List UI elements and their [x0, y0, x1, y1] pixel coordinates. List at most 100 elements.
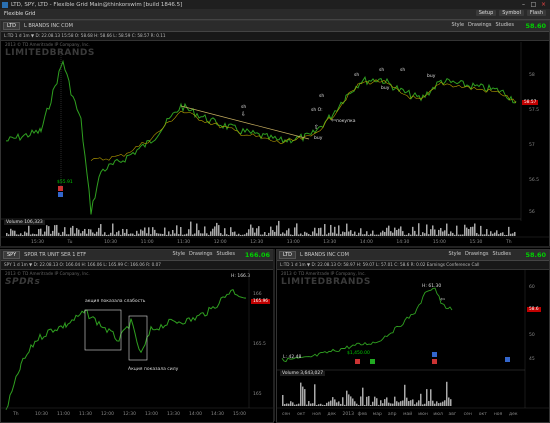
- grid-splitter[interactable]: [273, 249, 275, 421]
- volume-bar: [26, 232, 28, 236]
- volume-bar: [502, 232, 504, 236]
- x-tick: 13:30: [323, 239, 336, 245]
- volume-bar: [330, 400, 332, 406]
- volume-bar: [382, 230, 384, 236]
- volume-bar: [436, 401, 438, 406]
- price-chart[interactable]: sh ⇩ ⇧ buy sh O: sh покупка ⇦ sh sh sh b…: [1, 21, 549, 246]
- volume-bar: [332, 397, 334, 406]
- volume-bar: [292, 234, 294, 236]
- volume-bar: [290, 234, 292, 236]
- x-tick: июн: [418, 412, 428, 417]
- volume-bar: [52, 230, 54, 236]
- price-series: [5, 288, 247, 410]
- volume-bar: [416, 234, 418, 236]
- volume-bar: [400, 226, 402, 236]
- x-tick: ноя: [494, 412, 503, 417]
- volume-bar: [398, 228, 400, 236]
- price-chart[interactable]: акция показала слабость Акция показала с…: [1, 250, 273, 422]
- volume-bar: [340, 234, 342, 236]
- volume-bar: [108, 234, 110, 236]
- price-series: [6, 59, 517, 215]
- volume-bar: [334, 226, 336, 236]
- volume-bar: [350, 230, 352, 236]
- volume-bar: [326, 402, 328, 406]
- volume-bar: [278, 220, 280, 236]
- volume-bars: [282, 381, 452, 406]
- volume-bar: [376, 234, 378, 236]
- volume-bar: [44, 231, 46, 236]
- volume-bar: [364, 234, 366, 236]
- volume-bar: [422, 232, 424, 236]
- grid-splitter[interactable]: [0, 246, 550, 248]
- volume-bar: [286, 403, 288, 406]
- volume-bar: [452, 232, 454, 236]
- volume-bar: [36, 234, 38, 236]
- maximize-button[interactable]: □: [529, 1, 538, 8]
- minimize-button[interactable]: –: [519, 1, 528, 8]
- volume-bar: [150, 234, 152, 236]
- annotation-pokupka: покупка: [336, 119, 356, 124]
- volume-bar: [200, 233, 202, 236]
- volume-bar: [32, 233, 34, 236]
- volume-bar: [498, 234, 500, 236]
- volume-bar: [186, 233, 188, 236]
- volume-bar: [296, 404, 298, 406]
- volume-bar: [20, 233, 22, 236]
- volume-bar: [328, 401, 330, 406]
- volume-bar: [276, 225, 278, 236]
- volume-bar: [236, 234, 238, 236]
- symbol-button[interactable]: Symbol: [499, 10, 524, 16]
- close-button[interactable]: ×: [539, 1, 548, 8]
- volume-bar: [354, 231, 356, 236]
- flash-button[interactable]: Flash: [526, 10, 546, 16]
- volume-bar: [430, 389, 432, 406]
- volume-bar: [172, 229, 174, 236]
- volume-bar: [304, 231, 306, 236]
- y-tick: 57: [529, 142, 535, 148]
- volume-bar: [234, 231, 236, 236]
- flexible-grid-menu[interactable]: Flexible Grid: [0, 11, 39, 17]
- volume-bar: [138, 233, 140, 236]
- x-tick: 13:00: [145, 411, 158, 417]
- volume-bar: [286, 230, 288, 236]
- volume-bar: [260, 234, 262, 236]
- x-tick: 10:30: [104, 239, 117, 245]
- volume-bar: [330, 224, 332, 236]
- volume-bar: [294, 404, 296, 406]
- volume-bar: [422, 404, 424, 406]
- x-tick: 12:30: [250, 239, 263, 245]
- volume-bar: [348, 231, 350, 236]
- volume-bar: [476, 233, 478, 236]
- volume-bar: [428, 234, 430, 236]
- volume-bar: [54, 225, 56, 236]
- volume-bar: [232, 232, 234, 236]
- price-chart[interactable]: H: 61.30 ⇦ L: 42.48 $1,450.00 60 55 50 4…: [277, 250, 549, 422]
- x-tick: мар: [373, 412, 382, 417]
- volume-bar: [372, 401, 374, 406]
- volume-bar: [380, 232, 382, 236]
- volume-bar: [6, 232, 8, 236]
- event-marker-icon: [355, 359, 360, 364]
- volume-bar: [98, 227, 100, 236]
- volume-bar: [206, 233, 208, 236]
- volume-bar: [192, 234, 194, 236]
- volume-bar: [16, 234, 18, 236]
- volume-bar: [146, 233, 148, 236]
- setup-button[interactable]: Setup: [475, 10, 497, 16]
- x-tick: 12:00: [101, 411, 114, 417]
- volume-bar: [210, 231, 212, 236]
- volume-bar: [104, 232, 106, 236]
- volume-bar: [322, 234, 324, 236]
- volume-bar: [424, 233, 426, 236]
- x-tick: 15:00: [433, 239, 446, 245]
- volume-bar: [72, 225, 74, 236]
- volume-bar: [434, 403, 436, 406]
- volume-bar: [402, 400, 404, 406]
- chart-panel-top: LTD L BRANDS INC COM Style Drawings Stud…: [0, 20, 550, 247]
- volume-bar: [222, 234, 224, 236]
- volume-bar: [288, 403, 290, 406]
- volume-bar: [96, 231, 98, 236]
- x-tick: 15:30: [469, 239, 482, 245]
- high-label: H: 166.3: [231, 273, 250, 279]
- volume-bar: [514, 231, 516, 236]
